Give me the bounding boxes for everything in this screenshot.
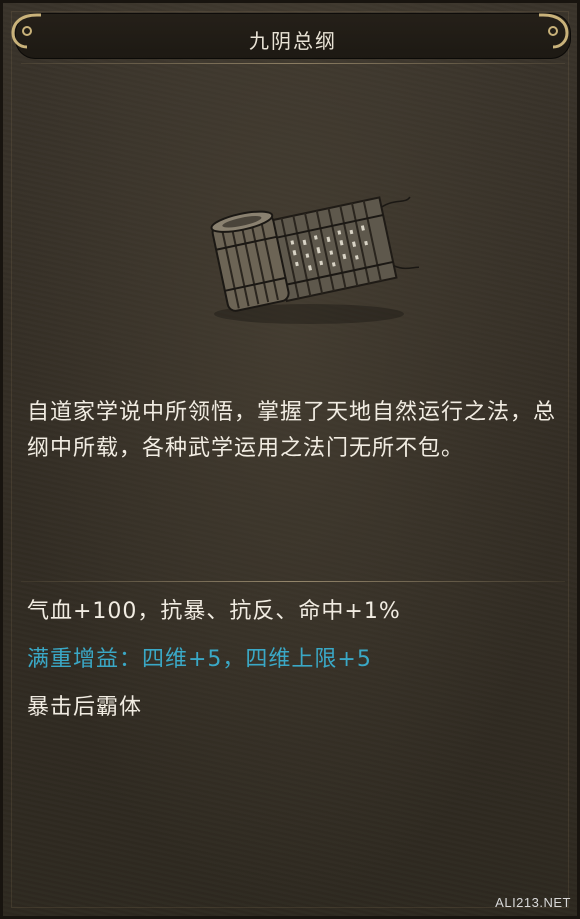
stat-line-base: 气血+100，抗暴、抗反、命中+1% <box>27 599 401 624</box>
watermark-text: ALI213.NET <box>495 895 571 910</box>
bamboo-scroll-icon <box>210 196 419 324</box>
stat-line-effect: 暴击后霸体 <box>27 695 143 720</box>
section-divider <box>21 581 565 582</box>
item-tooltip-panel: 九阴总纲 自道家学说中所领悟，掌握了天地自然运行之法，总纲中所载，各种武学运用之… <box>0 0 580 919</box>
title-divider <box>21 63 565 64</box>
stat-line-full-bonus: 满重增益：四维+5，四维上限+5 <box>27 647 372 672</box>
item-description: 自道家学说中所领悟，掌握了天地自然运行之法，总纲中所载，各种武学运用之法门无所不… <box>27 400 557 461</box>
item-title: 九阴总纲 <box>249 29 337 53</box>
